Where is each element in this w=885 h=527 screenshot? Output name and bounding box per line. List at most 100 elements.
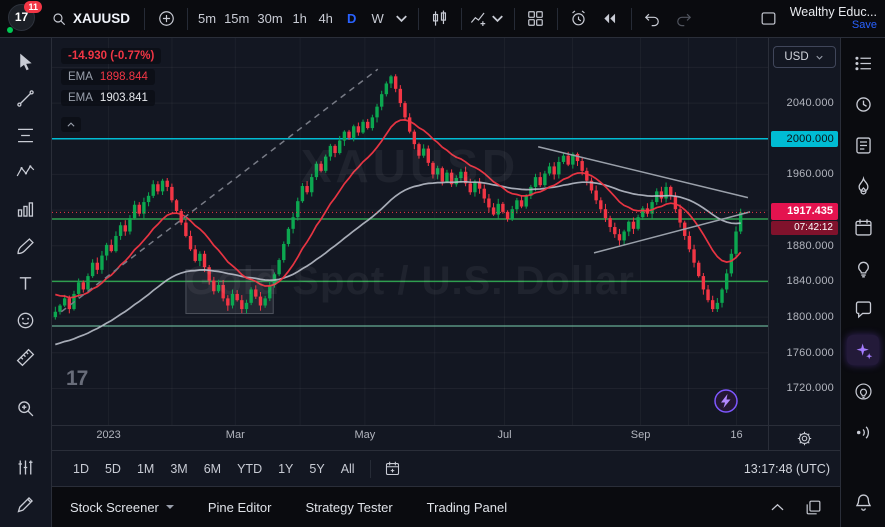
indicator-legend-row[interactable]: EMA 1898.844 (61, 69, 155, 85)
chevron-down-icon (166, 505, 174, 509)
indicators-button[interactable] (468, 5, 508, 33)
price-label-1960: 1960.000 (771, 166, 834, 182)
fib-retracement-tool[interactable] (9, 121, 43, 150)
indicator-value: 1898.844 (100, 71, 148, 83)
notification-count-badge: 11 (24, 1, 42, 13)
axis-settings-button[interactable] (791, 426, 819, 450)
range-all[interactable]: All (334, 457, 362, 481)
brush-icon (15, 236, 36, 257)
zoom-tool[interactable] (9, 394, 43, 423)
alerts-button[interactable] (847, 89, 879, 119)
price-label-1840: 1840.000 (771, 273, 834, 289)
chat-button[interactable] (847, 294, 879, 324)
watchlist-button[interactable] (847, 48, 879, 78)
range-1y[interactable]: 1Y (271, 457, 300, 481)
time-label-Mar: Mar (226, 429, 245, 441)
timeframe-4h[interactable]: 4h (313, 6, 339, 32)
indicator-name: EMA (68, 71, 93, 83)
range-1m[interactable]: 1M (130, 457, 161, 481)
layout-square-icon (759, 9, 778, 28)
calendar-button[interactable] (847, 212, 879, 242)
notifications-button[interactable] (847, 487, 879, 517)
text-tool[interactable] (9, 269, 43, 298)
top-toolbar: 17 11 XAUUSD 5m15m30m1h4hDW (0, 0, 885, 38)
time-label-2023: 2023 (96, 429, 120, 441)
tab-strategy-tester[interactable]: Strategy Tester (305, 487, 392, 527)
undo-icon (643, 9, 662, 28)
tab-pine-editor[interactable]: Pine Editor (208, 487, 272, 527)
rewind-icon (600, 9, 619, 28)
price-axis[interactable]: USD 1917.435 07:42:12 2040.0002000.00019… (768, 38, 840, 425)
go-to-date-button[interactable] (379, 457, 407, 481)
streams-button[interactable] (847, 417, 879, 447)
change-value: -14.930 (-0.77%) (68, 50, 154, 62)
panel-restore-button[interactable] (800, 493, 826, 521)
measure-tool[interactable] (9, 343, 43, 372)
brush-tool[interactable] (9, 232, 43, 261)
ideas-bulb-button[interactable] (847, 253, 879, 283)
undo-button[interactable] (638, 5, 668, 33)
redo-button[interactable] (669, 5, 699, 33)
chart-style-button[interactable] (425, 5, 455, 33)
timeframe-1h[interactable]: 1h (287, 6, 313, 32)
timeframe-30m[interactable]: 30m (253, 6, 286, 32)
save-button[interactable]: Save (852, 19, 877, 32)
timeframe-W[interactable]: W (365, 6, 391, 32)
range-5d[interactable]: 5D (98, 457, 128, 481)
hint-bulb-button[interactable] (847, 376, 879, 406)
pattern-tool[interactable] (9, 158, 43, 187)
range-1d[interactable]: 1D (66, 457, 96, 481)
tradingview-watermark-logo[interactable]: 17 (66, 367, 87, 391)
alert-button[interactable] (564, 5, 594, 33)
tab-stock-screener[interactable]: Stock Screener (70, 487, 174, 527)
sparkle-icon (853, 340, 874, 361)
range-ytd[interactable]: YTD (230, 457, 269, 481)
time-axis[interactable]: 2023MarMayJulSep16 (52, 426, 768, 450)
ruler-icon (15, 347, 36, 368)
measure-bars-tool[interactable] (9, 453, 43, 482)
lightning-button[interactable] (714, 389, 738, 413)
ideas-notes-button[interactable] (847, 130, 879, 160)
time-label-16: 16 (730, 429, 742, 441)
compare-add-symbol-button[interactable] (151, 5, 181, 33)
forecast-tool[interactable] (9, 195, 43, 224)
layout-grid-button[interactable] (521, 5, 551, 33)
panel-tabs: Stock Screener Pine Editor Strategy Tester… (70, 487, 507, 527)
indicator-legend-row[interactable]: EMA 1903.841 (61, 90, 155, 106)
cursor-tool[interactable] (9, 47, 43, 76)
range-3m[interactable]: 3M (163, 457, 194, 481)
range-6m[interactable]: 6M (197, 457, 228, 481)
hotlists-button[interactable] (847, 171, 879, 201)
prediction-bars-icon (15, 199, 36, 220)
bar-replay-button[interactable] (595, 5, 625, 33)
layout-name-label[interactable]: Wealthy Educ... (790, 6, 877, 19)
timeframe-D[interactable]: D (339, 6, 365, 32)
timeframe-15m[interactable]: 15m (220, 6, 253, 32)
bar-countdown: 07:42:12 (771, 221, 838, 235)
emoji-tool[interactable] (9, 306, 43, 335)
drawings-edit-tool[interactable] (9, 490, 43, 519)
ai-assistant-button[interactable] (847, 335, 879, 365)
gear-icon (796, 430, 813, 447)
redo-icon (674, 9, 693, 28)
tab-trading-panel[interactable]: Trading Panel (427, 487, 507, 527)
divider (370, 460, 371, 478)
timeframe-dropdown-button[interactable] (392, 5, 412, 33)
range-5y[interactable]: 5Y (302, 457, 331, 481)
restore-window-icon (804, 498, 823, 517)
trend-line-icon (15, 88, 36, 109)
panel-expand-button[interactable] (764, 493, 790, 521)
currency-selector[interactable]: USD (773, 46, 836, 68)
trend-line-tool[interactable] (9, 84, 43, 113)
chart-plot-area[interactable]: XAUUSD Gold Spot / U.S. Dollar -14.930 (… (52, 38, 768, 425)
layout-select-button[interactable] (754, 5, 784, 33)
utc-clock[interactable]: 13:17:48 (UTC) (744, 462, 830, 476)
symbol-search-button[interactable]: XAUUSD (43, 5, 138, 33)
legend-collapse-button[interactable] (61, 117, 81, 132)
chevron-up-icon (768, 498, 787, 517)
timeframe-5m[interactable]: 5m (194, 6, 220, 32)
chevron-up-icon (66, 120, 76, 130)
divider (631, 8, 632, 30)
drawing-toolbar (0, 38, 52, 527)
tradingview-logo[interactable]: 17 11 (8, 4, 38, 34)
